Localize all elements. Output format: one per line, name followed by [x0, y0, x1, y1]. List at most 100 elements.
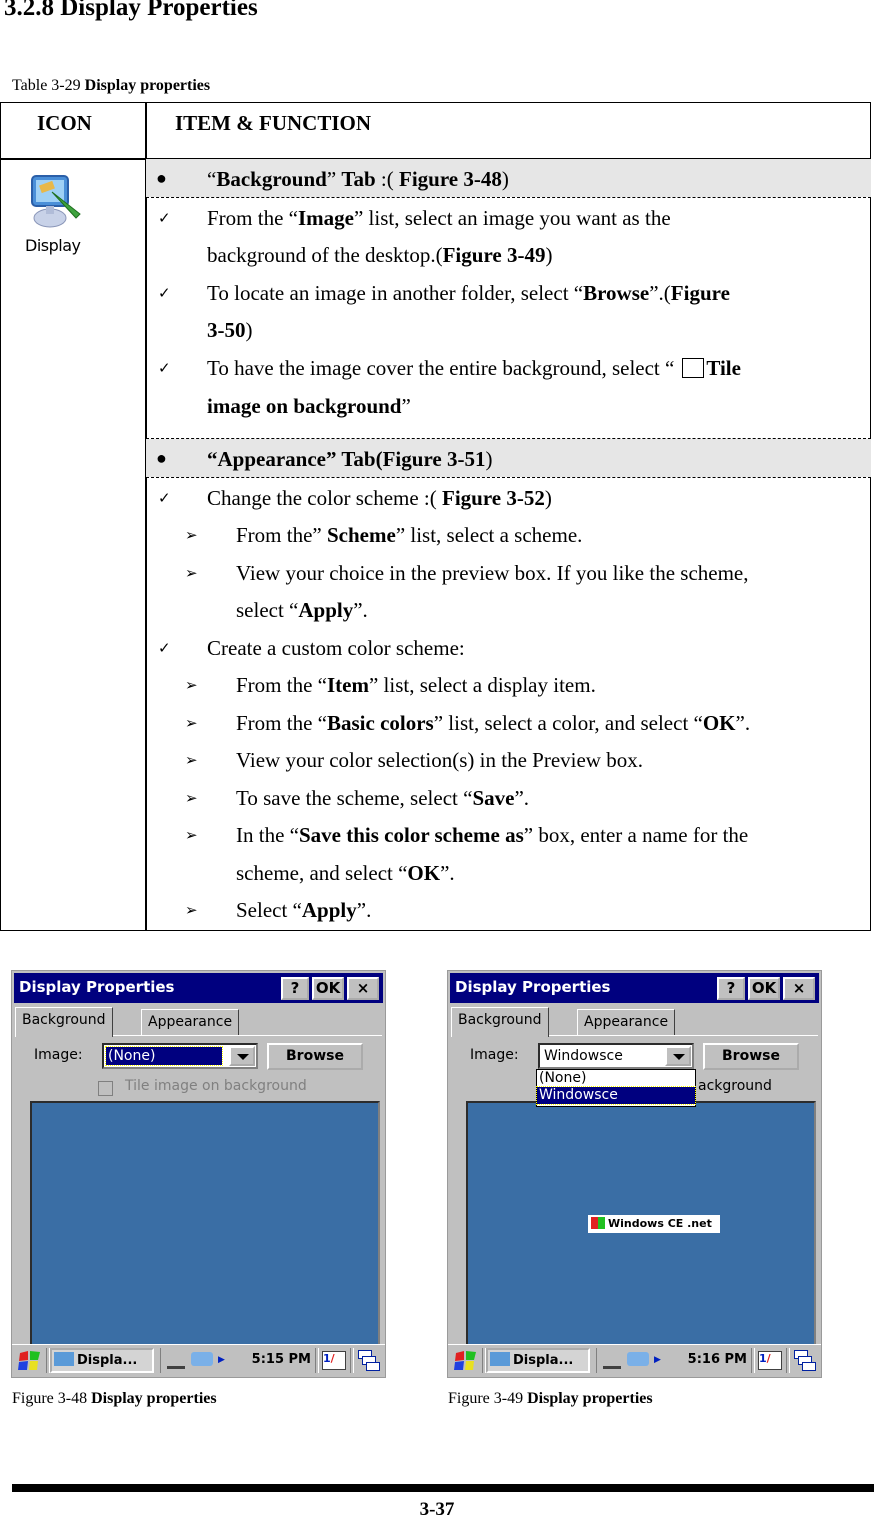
chevron-down-icon[interactable]	[229, 1046, 255, 1066]
column-divider	[145, 102, 147, 931]
t: Image	[297, 206, 354, 230]
t: OK	[407, 861, 441, 885]
t: To have the image cover the entire backg…	[207, 356, 675, 380]
t: “	[207, 167, 217, 191]
t: Tab	[341, 167, 376, 191]
connection-icon	[191, 1352, 213, 1366]
close-button[interactable]: ×	[347, 977, 379, 1000]
network-icon	[603, 1354, 621, 1369]
list-item-cont: background of the desktop.(Figure 3-49)	[207, 245, 552, 266]
t: Figure 3-48	[12, 1390, 92, 1407]
display-icon-label: Display	[25, 236, 81, 255]
tab-row: Background Appearance	[15, 1007, 382, 1037]
t: Figure 3-49	[448, 1390, 528, 1407]
t: From the “	[236, 711, 327, 735]
image-dropdown-list: (None) Windowsce	[536, 1069, 696, 1107]
ok-button[interactable]: OK	[312, 977, 344, 1000]
t: ”.	[514, 786, 530, 810]
t: Figure	[670, 281, 730, 305]
list-item: In the “Save this color scheme as” box, …	[236, 825, 748, 846]
dashed-divider	[146, 197, 871, 198]
tile-checkbox[interactable]	[98, 1081, 113, 1096]
network-icon	[167, 1354, 185, 1369]
t: Tile	[706, 356, 741, 380]
check-icon: ✓	[158, 491, 171, 507]
arrow-bullet-icon: ➢	[185, 903, 198, 919]
dropdown-option[interactable]: (None)	[537, 1070, 695, 1087]
t: Item	[326, 673, 369, 697]
taskbar-item-label: Displa...	[77, 1353, 138, 1368]
arrow-bullet-icon: ➢	[185, 678, 198, 694]
section-title: 3.2.8 Display Properties	[4, 0, 258, 21]
separator	[751, 1348, 755, 1373]
check-icon: ✓	[158, 361, 171, 377]
clock: 5:15 PM	[251, 1352, 311, 1367]
t: scheme, and select “	[236, 861, 408, 885]
t: ”.(	[649, 281, 671, 305]
background-preview: Windows CE .net	[466, 1101, 816, 1346]
dropdown-option-selected[interactable]: Windowsce	[536, 1086, 696, 1105]
taskbar-item-display[interactable]: Displa...	[50, 1348, 154, 1373]
clock: 5:16 PM	[687, 1352, 747, 1367]
input-panel-icon[interactable]: 1/	[322, 1351, 346, 1370]
screenshot-figure-3-49: Display Properties ? OK × Background App…	[447, 970, 822, 1378]
taskbar-item-display[interactable]: Displa...	[486, 1348, 590, 1373]
arrow-right-icon: ▶	[654, 1355, 661, 1365]
separator	[786, 1348, 790, 1373]
header-item-function: ITEM & FUNCTION	[175, 111, 372, 135]
windows-start-icon[interactable]	[16, 1349, 44, 1373]
image-label: Image:	[470, 1047, 519, 1063]
tab-row: Background Appearance	[451, 1007, 818, 1037]
t: Apply	[298, 598, 354, 622]
t: “Appearance” Tab(Figure 3-51	[207, 447, 486, 471]
image-combo[interactable]: Windowsce	[538, 1043, 694, 1069]
t: Browse	[583, 281, 650, 305]
t: View your color selection(s) in the Prev…	[236, 748, 643, 772]
help-button[interactable]: ?	[717, 977, 745, 1000]
list-item-cont: select “Apply”.	[236, 600, 368, 621]
t: ” list, select an image you want as the	[353, 206, 671, 230]
image-combo-value[interactable]: (None)	[105, 1046, 223, 1066]
check-icon: ✓	[158, 641, 171, 657]
desktop-windows-icon[interactable]	[358, 1350, 380, 1371]
table-caption: Table 3-29 Display properties	[12, 77, 210, 95]
t: Display properties	[527, 1390, 653, 1407]
image-combo-value[interactable]: Windowsce	[542, 1047, 658, 1065]
connection-icon	[627, 1352, 649, 1366]
tab-background[interactable]: Background	[451, 1007, 549, 1037]
t: Apply	[301, 898, 357, 922]
chevron-down-icon[interactable]	[665, 1046, 691, 1066]
t: Save this color scheme as	[298, 823, 524, 847]
background-tab-heading: “Background” Tab :( Figure 3-48)	[207, 169, 509, 190]
tab-appearance[interactable]: Appearance	[577, 1009, 676, 1036]
image-combo[interactable]: (None)	[102, 1043, 258, 1069]
footer-rule	[12, 1484, 874, 1492]
windows-ce-logo: Windows CE .net	[588, 1215, 720, 1233]
close-button[interactable]: ×	[783, 977, 815, 1000]
tab-appearance[interactable]: Appearance	[141, 1009, 240, 1036]
browse-button[interactable]: Browse	[703, 1043, 799, 1070]
t: View your choice in the preview box. If …	[236, 561, 749, 585]
ok-button[interactable]: OK	[748, 977, 780, 1000]
t: Select “	[236, 898, 302, 922]
check-icon: ✓	[158, 211, 171, 227]
tile-checkbox-label-partial: ackground	[698, 1078, 772, 1094]
list-item: To have the image cover the entire backg…	[207, 358, 741, 379]
help-button[interactable]: ?	[281, 977, 309, 1000]
t: From the”	[236, 523, 327, 547]
header-icon: ICON	[37, 111, 92, 135]
t: Change the color scheme :(	[207, 486, 442, 510]
windows-start-icon[interactable]	[452, 1349, 480, 1373]
browse-button[interactable]: Browse	[267, 1043, 363, 1070]
tile-checkbox-label: Tile image on background	[125, 1078, 307, 1094]
checkbox-icon	[682, 358, 705, 378]
image-label: Image:	[34, 1047, 83, 1063]
input-panel-icon[interactable]: 1/	[758, 1351, 782, 1370]
tab-background[interactable]: Background	[15, 1007, 113, 1037]
arrow-right-icon: ▶	[218, 1355, 225, 1365]
desktop-windows-icon[interactable]	[794, 1350, 816, 1371]
list-item-cont: image on background”	[207, 396, 411, 417]
bullet-icon: ●	[156, 168, 167, 188]
t: Scheme	[326, 523, 396, 547]
list-item: View your choice in the preview box. If …	[236, 563, 749, 584]
